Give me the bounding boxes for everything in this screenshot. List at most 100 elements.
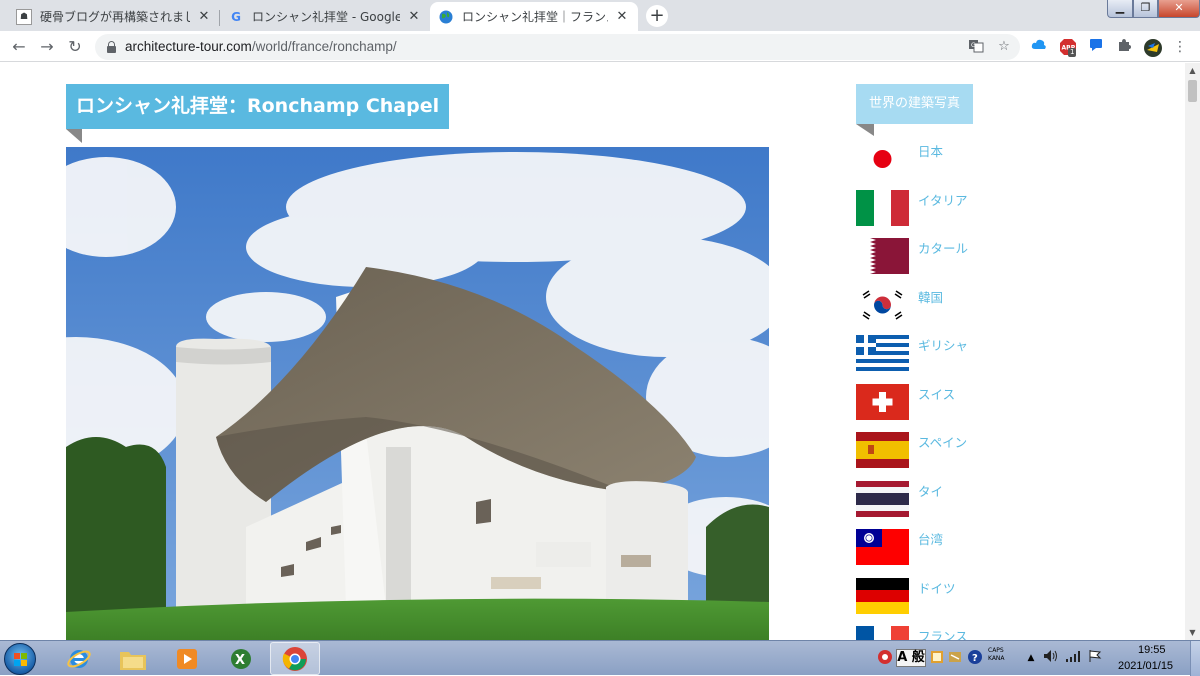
- web-page: ロンシャン礼拝堂：Ronchamp Chapel 世界の建築写真 日本 イタリア…: [0, 63, 1185, 640]
- heading-fold-decoration: [66, 129, 82, 143]
- windows-logo-icon: [14, 653, 27, 666]
- adblock-icon[interactable]: ABP 1: [1059, 38, 1077, 57]
- tab-title: ロンシャン礼拝堂 - Google 検索: [252, 10, 400, 24]
- profile-icon[interactable]: [1143, 38, 1162, 57]
- svg-text:?: ?: [972, 653, 978, 664]
- country-link-italy[interactable]: イタリア: [856, 190, 996, 230]
- cloud-icon[interactable]: [1030, 38, 1048, 56]
- url-path: /world/france/ronchamp/: [251, 39, 397, 54]
- germany-flag-icon: [856, 578, 909, 614]
- country-name[interactable]: スイス: [918, 384, 955, 403]
- chat-icon[interactable]: [1087, 38, 1105, 56]
- sidebar-heading: 世界の建築写真: [856, 84, 973, 124]
- minimize-button[interactable]: ▁: [1107, 0, 1133, 18]
- country-name[interactable]: 台湾: [918, 529, 943, 548]
- scroll-thumb[interactable]: [1188, 80, 1197, 102]
- thailand-flag-icon: [856, 481, 909, 517]
- country-link-qatar[interactable]: カタール: [856, 238, 996, 278]
- url-text[interactable]: architecture-tour.com/world/france/ronch…: [125, 39, 397, 54]
- japan-flag-icon: [856, 141, 909, 177]
- country-link-france[interactable]: フランス: [856, 626, 996, 640]
- close-icon[interactable]: ✕: [196, 9, 212, 25]
- scroll-down-arrow-icon[interactable]: ▼: [1185, 625, 1200, 640]
- google-icon: G: [231, 9, 241, 24]
- close-icon[interactable]: ✕: [406, 9, 422, 25]
- country-name[interactable]: フランス: [918, 626, 968, 640]
- switzerland-flag-icon: [856, 384, 909, 420]
- windows-taskbar: X A 般 ? CAPS KANA ▲ 19:55 2021/01/15: [0, 640, 1200, 676]
- url-host: architecture-tour.com: [125, 39, 252, 54]
- new-tab-button[interactable]: +: [646, 5, 668, 27]
- country-name[interactable]: タイ: [918, 481, 943, 500]
- scroll-up-arrow-icon[interactable]: ▲: [1185, 63, 1200, 78]
- browser-toolbar: ← → ↻ architecture-tour.com/world/france…: [0, 31, 1200, 62]
- country-link-spain[interactable]: スペイン: [856, 432, 996, 472]
- volume-icon[interactable]: [1042, 649, 1060, 667]
- kana-label: KANA: [988, 655, 1005, 662]
- ime-mode-indicator[interactable]: A 般: [896, 649, 926, 667]
- ime-dictionary-icon[interactable]: [928, 649, 946, 667]
- menu-icon[interactable]: ⋮: [1171, 38, 1189, 56]
- puzzle-icon[interactable]: [1115, 38, 1133, 56]
- tab-title: 硬骨ブログが再構築されました: [40, 10, 190, 24]
- lock-icon[interactable]: [107, 41, 116, 53]
- country-link-switzerland[interactable]: スイス: [856, 384, 996, 424]
- show-hidden-icons-arrow-icon[interactable]: ▲: [1022, 649, 1040, 667]
- france-flag-icon: [856, 626, 909, 640]
- media-player-icon[interactable]: [162, 642, 212, 675]
- address-bar[interactable]: architecture-tour.com/world/france/ronch…: [95, 34, 1020, 60]
- start-button[interactable]: [4, 643, 36, 675]
- reload-icon[interactable]: ↻: [65, 37, 85, 57]
- help-icon[interactable]: ?: [966, 649, 984, 667]
- tab-google-search[interactable]: G ロンシャン礼拝堂 - Google 検索 ✕: [220, 2, 430, 31]
- country-link-taiwan[interactable]: 台湾: [856, 529, 996, 569]
- tray-app-icon[interactable]: [876, 649, 894, 667]
- globe-icon: [438, 9, 454, 25]
- close-window-button[interactable]: ✕: [1158, 0, 1200, 18]
- country-name[interactable]: イタリア: [918, 190, 968, 209]
- excel-icon[interactable]: X: [216, 642, 266, 675]
- caps-label: CAPS: [988, 647, 1004, 654]
- svg-text:X: X: [235, 653, 245, 668]
- greece-flag-icon: [856, 335, 909, 371]
- bookmark-star-icon[interactable]: ☆: [995, 38, 1013, 56]
- ime-pad-icon[interactable]: [946, 649, 964, 667]
- close-icon[interactable]: ✕: [614, 9, 630, 25]
- explorer-icon[interactable]: [108, 642, 158, 675]
- translate-icon[interactable]: G: [967, 38, 985, 56]
- clock-date[interactable]: 2021/01/15: [1118, 660, 1173, 672]
- network-signal-icon[interactable]: [1064, 649, 1082, 667]
- caps-kana-indicator: CAPS KANA: [988, 647, 1005, 663]
- country-link-germany[interactable]: ドイツ: [856, 578, 996, 618]
- back-arrow-icon[interactable]: ←: [9, 37, 29, 57]
- country-name[interactable]: ギリシャ: [918, 335, 968, 354]
- country-link-japan[interactable]: 日本: [856, 141, 996, 181]
- ie-icon[interactable]: [54, 642, 104, 675]
- country-name[interactable]: ドイツ: [918, 578, 956, 597]
- forward-arrow-icon[interactable]: →: [37, 37, 57, 57]
- country-link-thailand[interactable]: タイ: [856, 481, 996, 521]
- adblock-badge: 1: [1068, 48, 1077, 57]
- country-name[interactable]: 日本: [918, 141, 943, 160]
- qatar-flag-icon: [856, 238, 909, 274]
- korea-flag-icon: [856, 287, 909, 323]
- country-name[interactable]: カタール: [918, 238, 968, 257]
- tab-ronchamp[interactable]: ロンシャン礼拝堂｜フランスの ✕: [430, 2, 638, 31]
- maximize-button[interactable]: ❐: [1133, 0, 1158, 18]
- tab-strip: ☗ 硬骨ブログが再構築されました ✕ G ロンシャン礼拝堂 - Google 検…: [0, 0, 1200, 31]
- tab-title: ロンシャン礼拝堂｜フランスの: [462, 10, 608, 24]
- country-link-greece[interactable]: ギリシャ: [856, 335, 996, 375]
- chrome-icon[interactable]: [270, 642, 320, 675]
- country-link-korea[interactable]: 韓国: [856, 287, 996, 327]
- chapel-photo[interactable]: [66, 147, 769, 640]
- blog-favicon-icon: ☗: [16, 8, 32, 25]
- vertical-scrollbar[interactable]: ▲ ▼: [1185, 63, 1200, 640]
- show-desktop-button[interactable]: [1190, 641, 1200, 676]
- sidebar-fold-decoration: [856, 124, 874, 136]
- spain-flag-icon: [856, 432, 909, 468]
- country-name[interactable]: 韓国: [918, 287, 943, 306]
- tab-blog[interactable]: ☗ 硬骨ブログが再構築されました ✕: [8, 2, 220, 31]
- action-center-flag-icon[interactable]: [1086, 649, 1104, 667]
- clock-time[interactable]: 19:55: [1138, 644, 1166, 656]
- country-name[interactable]: スペイン: [918, 432, 967, 451]
